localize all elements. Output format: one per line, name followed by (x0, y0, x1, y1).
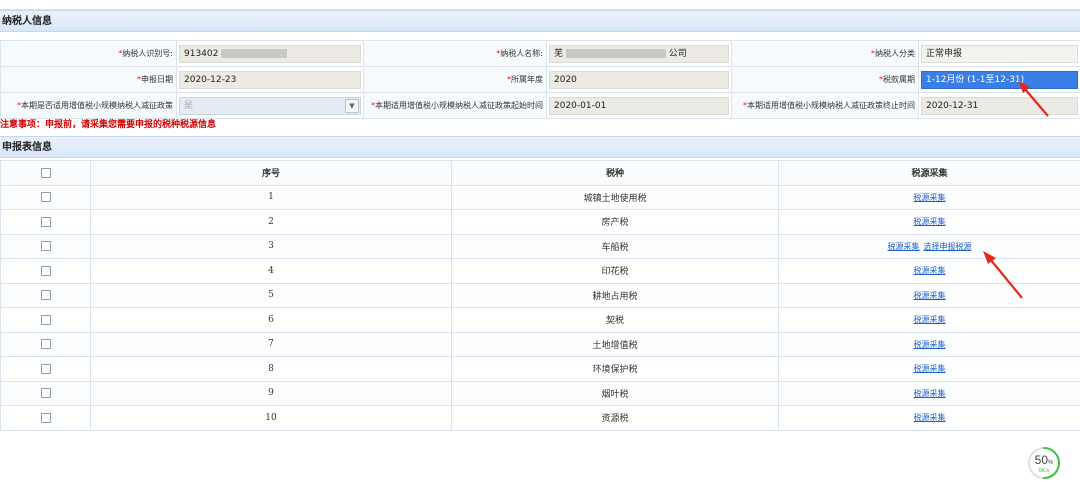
table-row: 3 车船税 税源采集 选择申报税源 (0, 233, 1080, 259)
redaction-mask (565, 48, 666, 58)
collect-link[interactable]: 税源采集 (914, 193, 946, 202)
year-field[interactable]: 2020 (549, 70, 729, 89)
row-tax-type: 资源税 (451, 405, 779, 431)
collect-link[interactable]: 税源采集 (914, 291, 946, 300)
row-index: 5 (90, 282, 452, 308)
notice-text: 注意事项：申报前，请采集您需要申报的税种税源信息 (0, 120, 217, 130)
chevron-down-icon[interactable]: ▼ (345, 98, 359, 113)
table-header-row: 序号 税种 税源采集 (0, 160, 1080, 186)
collect-link[interactable]: 税源采集 (914, 389, 946, 398)
select-declare-source-link[interactable]: 选择申报税源 (924, 242, 972, 251)
row-index: 8 (90, 356, 452, 382)
row-tax-type: 车船税 (451, 233, 779, 259)
row-tax-type: 房产税 (451, 209, 779, 235)
taxpayer-section-header: 纳税人信息 (0, 10, 1080, 32)
row-tax-type: 印花税 (451, 258, 779, 284)
row-tax-type: 契税 (451, 307, 779, 333)
row-index: 3 (90, 233, 452, 259)
row-checkbox[interactable] (40, 241, 51, 251)
table-row: 8 环境保护税 税源采集 (0, 356, 1080, 382)
policy-start-label: *本期适用增值税小规模纳税人减征政策起始时间 (363, 92, 547, 119)
collect-link[interactable]: 税源采集 (914, 340, 946, 349)
policy-start-field[interactable]: 2020-01-01 (549, 96, 729, 115)
declare-date-label: *申报日期 (0, 66, 177, 93)
row-tax-type: 烟叶税 (451, 380, 779, 406)
row-checkbox[interactable] (40, 388, 51, 398)
table-row: 10 资源税 税源采集 (0, 405, 1080, 431)
table-row: 1 城镇土地使用税 税源采集 (0, 184, 1080, 210)
row-checkbox[interactable] (40, 192, 51, 202)
collect-link[interactable]: 税源采集 (888, 242, 920, 251)
table-row: 5 耕地占用税 税源采集 (0, 282, 1080, 308)
row-tax-type: 土地增值税 (451, 331, 779, 357)
row-checkbox[interactable] (40, 265, 51, 276)
policy-end-label: *本期适用增值税小规模纳税人减征政策终止时间 (731, 92, 919, 119)
tax-period-select[interactable]: 1-12月份 (1-1至12-31) (921, 70, 1078, 89)
table-row: 2 房产税 税源采集 (0, 209, 1080, 235)
progress-speed: 0K/s (1038, 468, 1050, 474)
table-row: 4 印花税 税源采集 (0, 258, 1080, 284)
row-checkbox[interactable] (40, 339, 51, 349)
policy-applicable-select[interactable]: 是 ▼ (179, 96, 361, 115)
collect-link[interactable]: 税源采集 (914, 364, 946, 373)
tax-type-table: 序号 税种 税源采集 1 城镇土地使用税 税源采集 2 房产税 税源采集 3 车… (0, 160, 1080, 431)
table-row: 9 烟叶税 税源采集 (0, 380, 1080, 406)
row-tax-type: 环境保护税 (451, 356, 779, 382)
taxpayer-id-label: *纳税人识别号: (0, 40, 177, 67)
row-index: 9 (90, 380, 452, 406)
progress-percent: 50% (1034, 453, 1054, 467)
collect-link[interactable]: 税源采集 (914, 266, 946, 275)
collect-link[interactable]: 税源采集 (914, 413, 946, 422)
header-tax-type: 税种 (451, 160, 779, 186)
table-row: 7 土地增值税 税源采集 (0, 331, 1080, 357)
table-row: 6 契税 税源采集 (0, 307, 1080, 333)
row-index: 1 (90, 184, 452, 210)
declaration-section-header: 申报表信息 (0, 136, 1080, 158)
row-index: 4 (90, 258, 452, 284)
header-collect: 税源采集 (778, 160, 1080, 186)
row-tax-type: 耕地占用税 (451, 282, 779, 308)
taxpayer-info-form: *纳税人识别号: 913402 *纳税人名称: 芜 公司 *纳税人分类 正常申报… (0, 40, 1080, 119)
row-checkbox[interactable] (40, 412, 51, 423)
tax-period-label: *税款属期 (731, 66, 919, 93)
policy-applicable-label: *本期是否适用增值税小规模纳税人减征政策 (0, 92, 177, 119)
select-all-checkbox[interactable] (40, 167, 51, 178)
top-strip (0, 0, 1080, 10)
taxpayer-category-label: *纳税人分类 (731, 40, 919, 67)
row-checkbox[interactable] (40, 216, 51, 227)
declare-date-field[interactable]: 2020-12-23 (179, 70, 361, 89)
redaction-mask (221, 48, 288, 58)
row-checkbox[interactable] (40, 314, 51, 325)
header-index: 序号 (90, 160, 452, 186)
taxpayer-name-field[interactable]: 芜 公司 (549, 44, 729, 63)
row-index: 6 (90, 307, 452, 333)
policy-end-field[interactable]: 2020-12-31 (921, 96, 1078, 115)
row-index: 10 (90, 405, 452, 431)
row-checkbox[interactable] (40, 290, 51, 300)
row-tax-type: 城镇土地使用税 (451, 184, 779, 210)
year-label: *所属年度 (363, 66, 547, 93)
taxpayer-name-label: *纳税人名称: (363, 40, 547, 67)
taxpayer-category-field[interactable]: 正常申报 (921, 44, 1078, 63)
collect-link[interactable]: 税源采集 (914, 315, 946, 324)
collect-link[interactable]: 税源采集 (914, 217, 946, 226)
row-checkbox[interactable] (40, 363, 51, 374)
taxpayer-id-field[interactable]: 913402 (179, 44, 361, 63)
progress-widget: 50% 0K/s (1027, 446, 1061, 480)
row-index: 2 (90, 209, 452, 235)
row-index: 7 (90, 331, 452, 357)
